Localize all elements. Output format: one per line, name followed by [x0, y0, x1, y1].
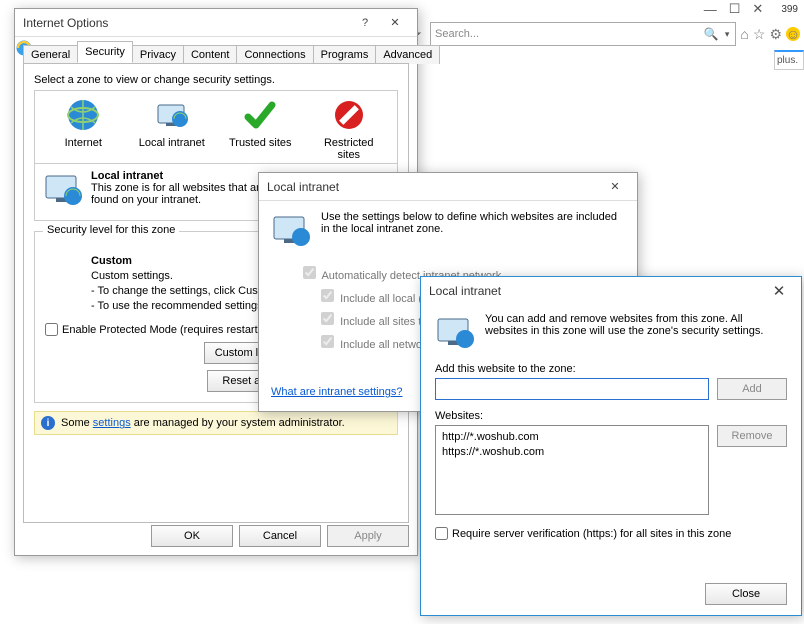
globe-icon	[65, 97, 101, 133]
info-suffix: are managed by your system administrator…	[131, 417, 345, 429]
search-placeholder: Search...	[435, 28, 479, 40]
checkmark-icon	[242, 97, 278, 133]
admin-info-bar: i Some settings are managed by your syst…	[34, 411, 398, 435]
settings-link[interactable]: settings	[93, 417, 131, 429]
zone-desc-heading: Local intranet	[91, 170, 266, 182]
monitor-globe-icon	[271, 211, 311, 251]
local-intranet-settings-title: Local intranet	[267, 180, 601, 194]
maximize-icon[interactable]: ☐	[729, 1, 741, 17]
tab-advanced[interactable]: Advanced	[375, 45, 440, 64]
require-verification-checkbox[interactable]: Require server verification (https:) for…	[435, 527, 787, 540]
close-icon[interactable]: ✕	[381, 13, 409, 33]
add-website-input[interactable]	[435, 378, 709, 400]
favorites-icon[interactable]: ☆	[753, 26, 766, 43]
smiley-icon[interactable]: ☺	[786, 27, 800, 41]
tab-privacy[interactable]: Privacy	[132, 45, 184, 64]
add-website-label: Add this website to the zone:	[435, 363, 787, 375]
zone-desc-line2: found on your intranet.	[91, 194, 266, 206]
intranet-settings-link[interactable]: What are intranet settings?	[271, 386, 402, 398]
close-icon[interactable]: ✕	[765, 281, 793, 301]
zone-trusted-label: Trusted sites	[225, 137, 295, 149]
close-icon[interactable]: ✕	[601, 177, 629, 197]
monitor-globe-icon	[43, 170, 83, 210]
tab-programs[interactable]: Programs	[313, 45, 377, 64]
tab-content[interactable]: Content	[183, 45, 238, 64]
include-unc-input[interactable]	[321, 335, 334, 348]
zone-restricted[interactable]: Restricted sites	[314, 97, 384, 161]
zone-local-intranet-label: Local intranet	[137, 137, 207, 149]
search-dropdown-icon[interactable]: ▾	[723, 29, 732, 40]
local-intranet-sites-title: Local intranet	[429, 284, 765, 298]
list-item[interactable]: http://*.woshub.com	[442, 430, 702, 445]
tab-general[interactable]: General	[23, 45, 78, 64]
zone-trusted[interactable]: Trusted sites	[225, 97, 295, 161]
apply-button[interactable]: Apply	[327, 525, 409, 547]
local-intranet-sites-dialog: Local intranet ✕ You can add and remove …	[420, 276, 802, 616]
zone-desc-line1: This zone is for all websites that are	[91, 182, 266, 194]
tabs: General Security Privacy Content Connect…	[23, 41, 409, 63]
protected-mode-input[interactable]	[45, 323, 58, 336]
add-button[interactable]: Add	[717, 378, 787, 400]
cancel-button[interactable]: Cancel	[239, 525, 321, 547]
include-local-input[interactable]	[321, 289, 334, 302]
zone-list: Internet Local intranet Trusted sites Re…	[34, 90, 398, 164]
help-icon[interactable]: ?	[351, 13, 379, 33]
info-prefix: Some	[61, 417, 93, 429]
monitor-globe-icon	[154, 97, 190, 133]
require-verification-label: Require server verification (https:) for…	[452, 528, 731, 540]
require-verification-input[interactable]	[435, 527, 448, 540]
browser-toolbar: ▸ ▾ ⟳ Search... 🔍 ▾ ⌂ ☆ ⚙ ☺	[354, 20, 804, 48]
zone-restricted-label: Restricted sites	[314, 137, 384, 161]
minimize-icon[interactable]: —	[704, 2, 717, 17]
websites-label: Websites:	[435, 410, 787, 422]
sites-intro: You can add and remove websites from thi…	[485, 313, 787, 353]
zone-internet-label: Internet	[48, 137, 118, 149]
ok-button[interactable]: OK	[151, 525, 233, 547]
info-icon: i	[41, 416, 55, 430]
close-button[interactable]: Close	[705, 583, 787, 605]
websites-listbox[interactable]: http://*.woshub.com https://*.woshub.com	[435, 425, 709, 515]
security-level-title: Security level for this zone	[43, 224, 179, 236]
local-intranet-settings-titlebar: Local intranet ✕	[259, 173, 637, 201]
tab-fragment[interactable]: plus.	[774, 50, 804, 70]
tab-connections[interactable]: Connections	[236, 45, 313, 64]
title-fragment: 399	[781, 4, 798, 15]
admin-info-text: Some settings are managed by your system…	[61, 417, 345, 429]
close-icon[interactable]: ✕	[752, 1, 763, 17]
home-icon[interactable]: ⌂	[740, 26, 748, 42]
prohibited-icon	[331, 97, 367, 133]
zone-local-intranet[interactable]: Local intranet	[137, 97, 207, 161]
window-controls: — ☐ ✕ 399	[424, 0, 804, 18]
remove-button[interactable]: Remove	[717, 425, 787, 447]
local-intranet-intro: Use the settings below to define which w…	[321, 211, 625, 251]
internet-options-title: Internet Options	[23, 16, 351, 30]
monitor-globe-icon	[435, 313, 475, 353]
tab-security[interactable]: Security	[77, 41, 133, 63]
gear-icon[interactable]: ⚙	[769, 26, 782, 43]
search-input[interactable]: Search... 🔍 ▾	[430, 22, 736, 46]
select-zone-label: Select a zone to view or change security…	[34, 74, 398, 86]
include-bypass-input[interactable]	[321, 312, 334, 325]
internet-options-titlebar: Internet Options ? ✕	[15, 9, 417, 37]
local-intranet-sites-titlebar: Local intranet ✕	[421, 277, 801, 305]
zone-internet[interactable]: Internet	[48, 97, 118, 161]
auto-detect-input[interactable]	[303, 266, 316, 279]
search-icon[interactable]: 🔍	[700, 27, 723, 41]
list-item[interactable]: https://*.woshub.com	[442, 445, 702, 460]
